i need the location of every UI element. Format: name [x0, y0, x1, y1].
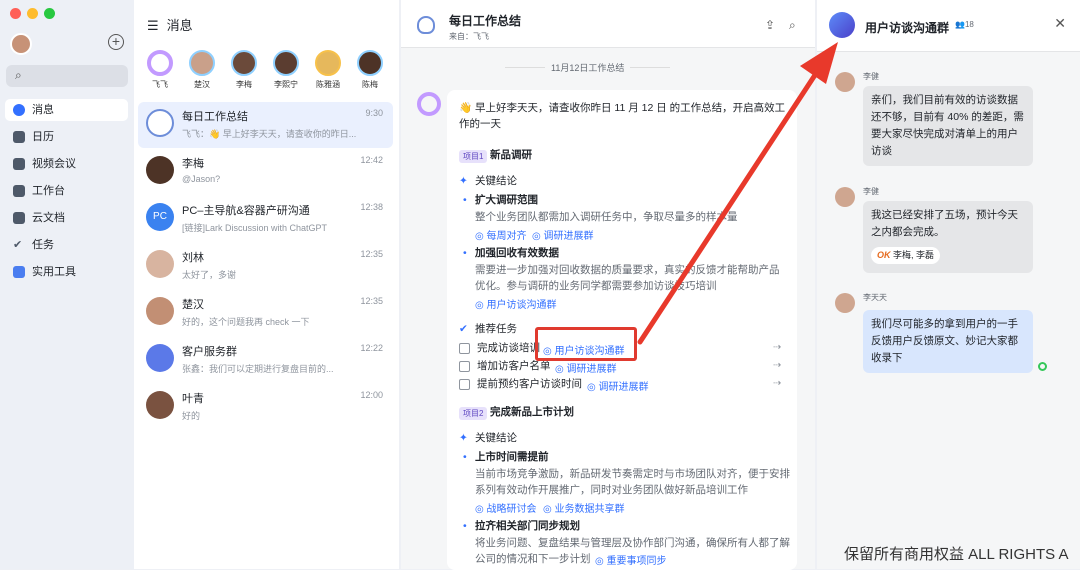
annotation-arrow [637, 42, 838, 345]
